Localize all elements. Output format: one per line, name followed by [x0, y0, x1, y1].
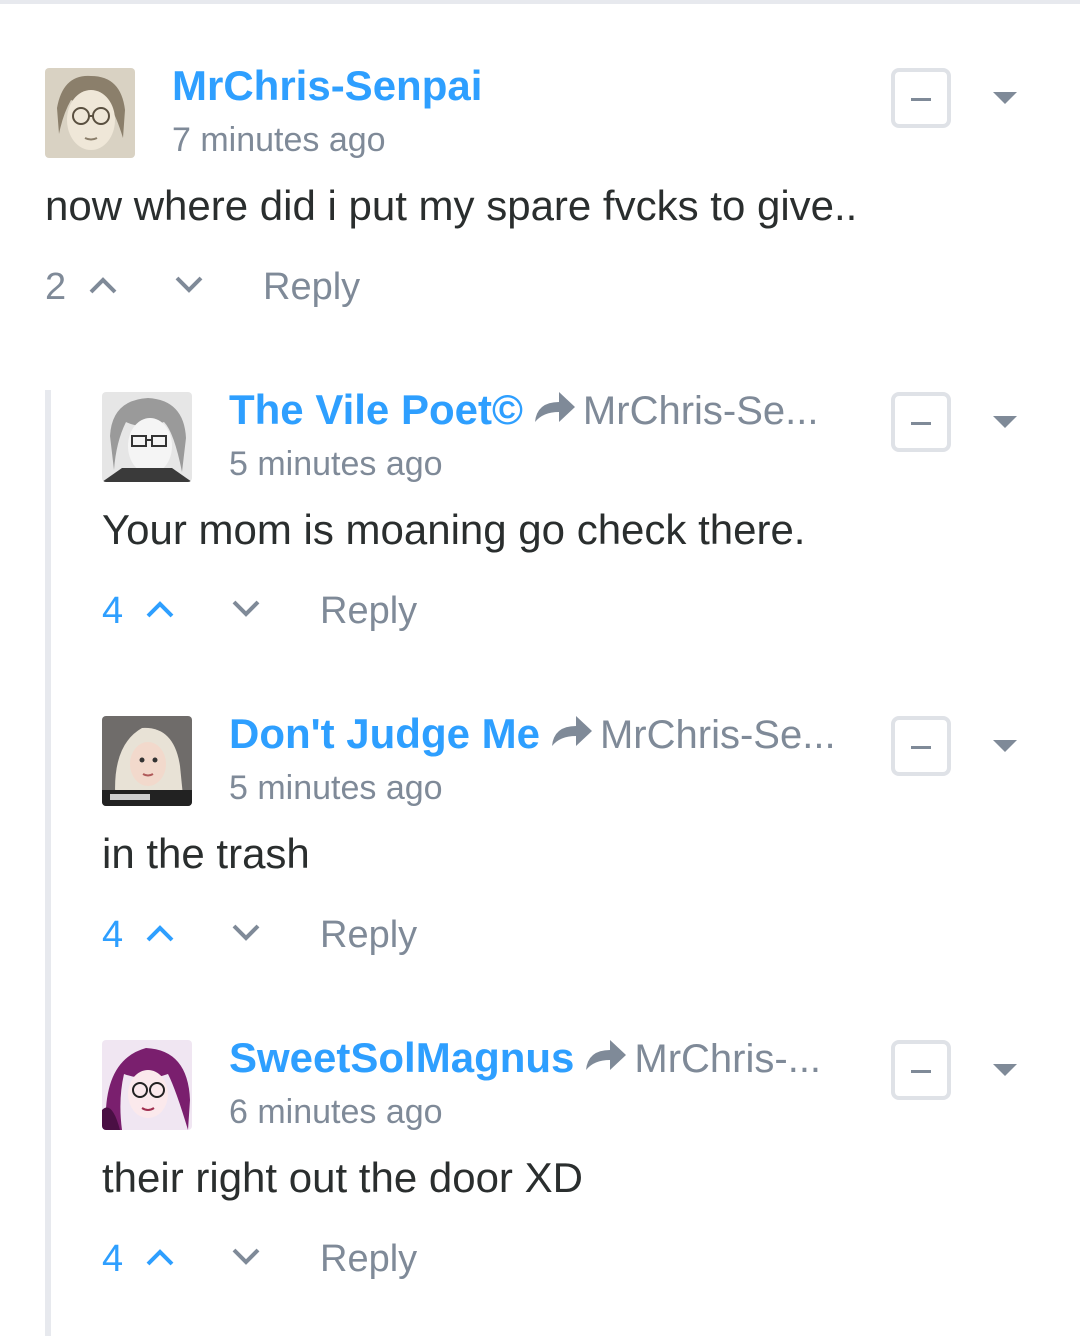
downvote-chevron-icon[interactable] [230, 1246, 262, 1268]
minus-icon [911, 98, 931, 101]
vote-count: 4 [102, 590, 124, 632]
collapse-button[interactable] [891, 68, 951, 128]
vote-count: 4 [102, 1238, 124, 1280]
comment-footer: 4 Reply [102, 910, 702, 960]
comment-author: The Vile Poet© MrChris-Se... [229, 384, 819, 437]
comment-menu-caret-icon[interactable] [993, 740, 1017, 752]
reply-arrow-icon [586, 1039, 627, 1070]
avatar[interactable] [102, 716, 192, 806]
comment-timestamp[interactable]: 6 minutes ago [229, 1092, 443, 1132]
reply-arrow-icon [551, 715, 592, 746]
author-name-link[interactable]: The Vile Poet© [229, 386, 523, 433]
comment-menu-caret-icon[interactable] [993, 1064, 1017, 1076]
reply-target-link[interactable]: MrChris-Se... [600, 713, 836, 757]
author-name-link[interactable]: MrChris-Senpai [172, 62, 482, 109]
comment-menu-caret-icon[interactable] [993, 416, 1017, 428]
upvote-chevron-icon[interactable] [87, 274, 119, 296]
author-name-link[interactable]: Don't Judge Me [229, 710, 540, 757]
anime-avatar-glasses-grey-icon [102, 392, 192, 482]
photo-avatar-blonde-icon [102, 716, 192, 806]
comment-author: MrChris-Senpai [172, 60, 482, 112]
upvote-chevron-icon[interactable] [144, 1246, 176, 1268]
anime-avatar-glasses-sepia-icon [45, 68, 135, 158]
comment-timestamp[interactable]: 5 minutes ago [229, 768, 443, 808]
downvote-chevron-icon[interactable] [230, 598, 262, 620]
minus-icon [911, 422, 931, 425]
avatar[interactable] [102, 1040, 192, 1130]
vote-count: 2 [45, 266, 67, 308]
collapse-button[interactable] [891, 392, 951, 452]
upvote-chevron-icon[interactable] [144, 922, 176, 944]
comment-timestamp[interactable]: 7 minutes ago [172, 120, 386, 160]
author-name-link[interactable]: SweetSolMagnus [229, 1034, 574, 1081]
top-divider [0, 0, 1080, 4]
reply-arrow-icon [534, 391, 575, 422]
comment-footer: 4 Reply [102, 1234, 702, 1284]
minus-icon [911, 746, 931, 749]
reply-button[interactable]: Reply [263, 262, 360, 312]
comment-menu-caret-icon[interactable] [993, 92, 1017, 104]
reply-target-link[interactable]: MrChris-Se... [583, 389, 819, 433]
comment-footer: 2 Reply [45, 262, 645, 312]
reply-target-link[interactable]: MrChris-... [634, 1037, 821, 1081]
reply-button[interactable]: Reply [320, 1234, 417, 1284]
reply-button[interactable]: Reply [320, 910, 417, 960]
comment-text: their right out the door XD [102, 1154, 583, 1201]
comment-text: Your mom is moaning go check there. [102, 506, 806, 553]
comment-text: now where did i put my spare fvcks to gi… [45, 182, 858, 229]
comment-author: Don't Judge Me MrChris-Se... [229, 708, 836, 761]
avatar[interactable] [102, 392, 192, 482]
collapse-button[interactable] [891, 716, 951, 776]
avatar[interactable] [45, 68, 135, 158]
downvote-chevron-icon[interactable] [230, 922, 262, 944]
reply-button[interactable]: Reply [320, 586, 417, 636]
vote-count: 4 [102, 914, 124, 956]
anime-avatar-purple-icon [102, 1040, 192, 1130]
comment-author: SweetSolMagnus MrChris-... [229, 1032, 821, 1085]
upvote-chevron-icon[interactable] [144, 598, 176, 620]
downvote-chevron-icon[interactable] [173, 274, 205, 296]
thread-indent-line [45, 390, 51, 1336]
comment-footer: 4 Reply [102, 586, 702, 636]
minus-icon [911, 1070, 931, 1073]
comment-text: in the trash [102, 830, 310, 877]
collapse-button[interactable] [891, 1040, 951, 1100]
comment-timestamp[interactable]: 5 minutes ago [229, 444, 443, 484]
